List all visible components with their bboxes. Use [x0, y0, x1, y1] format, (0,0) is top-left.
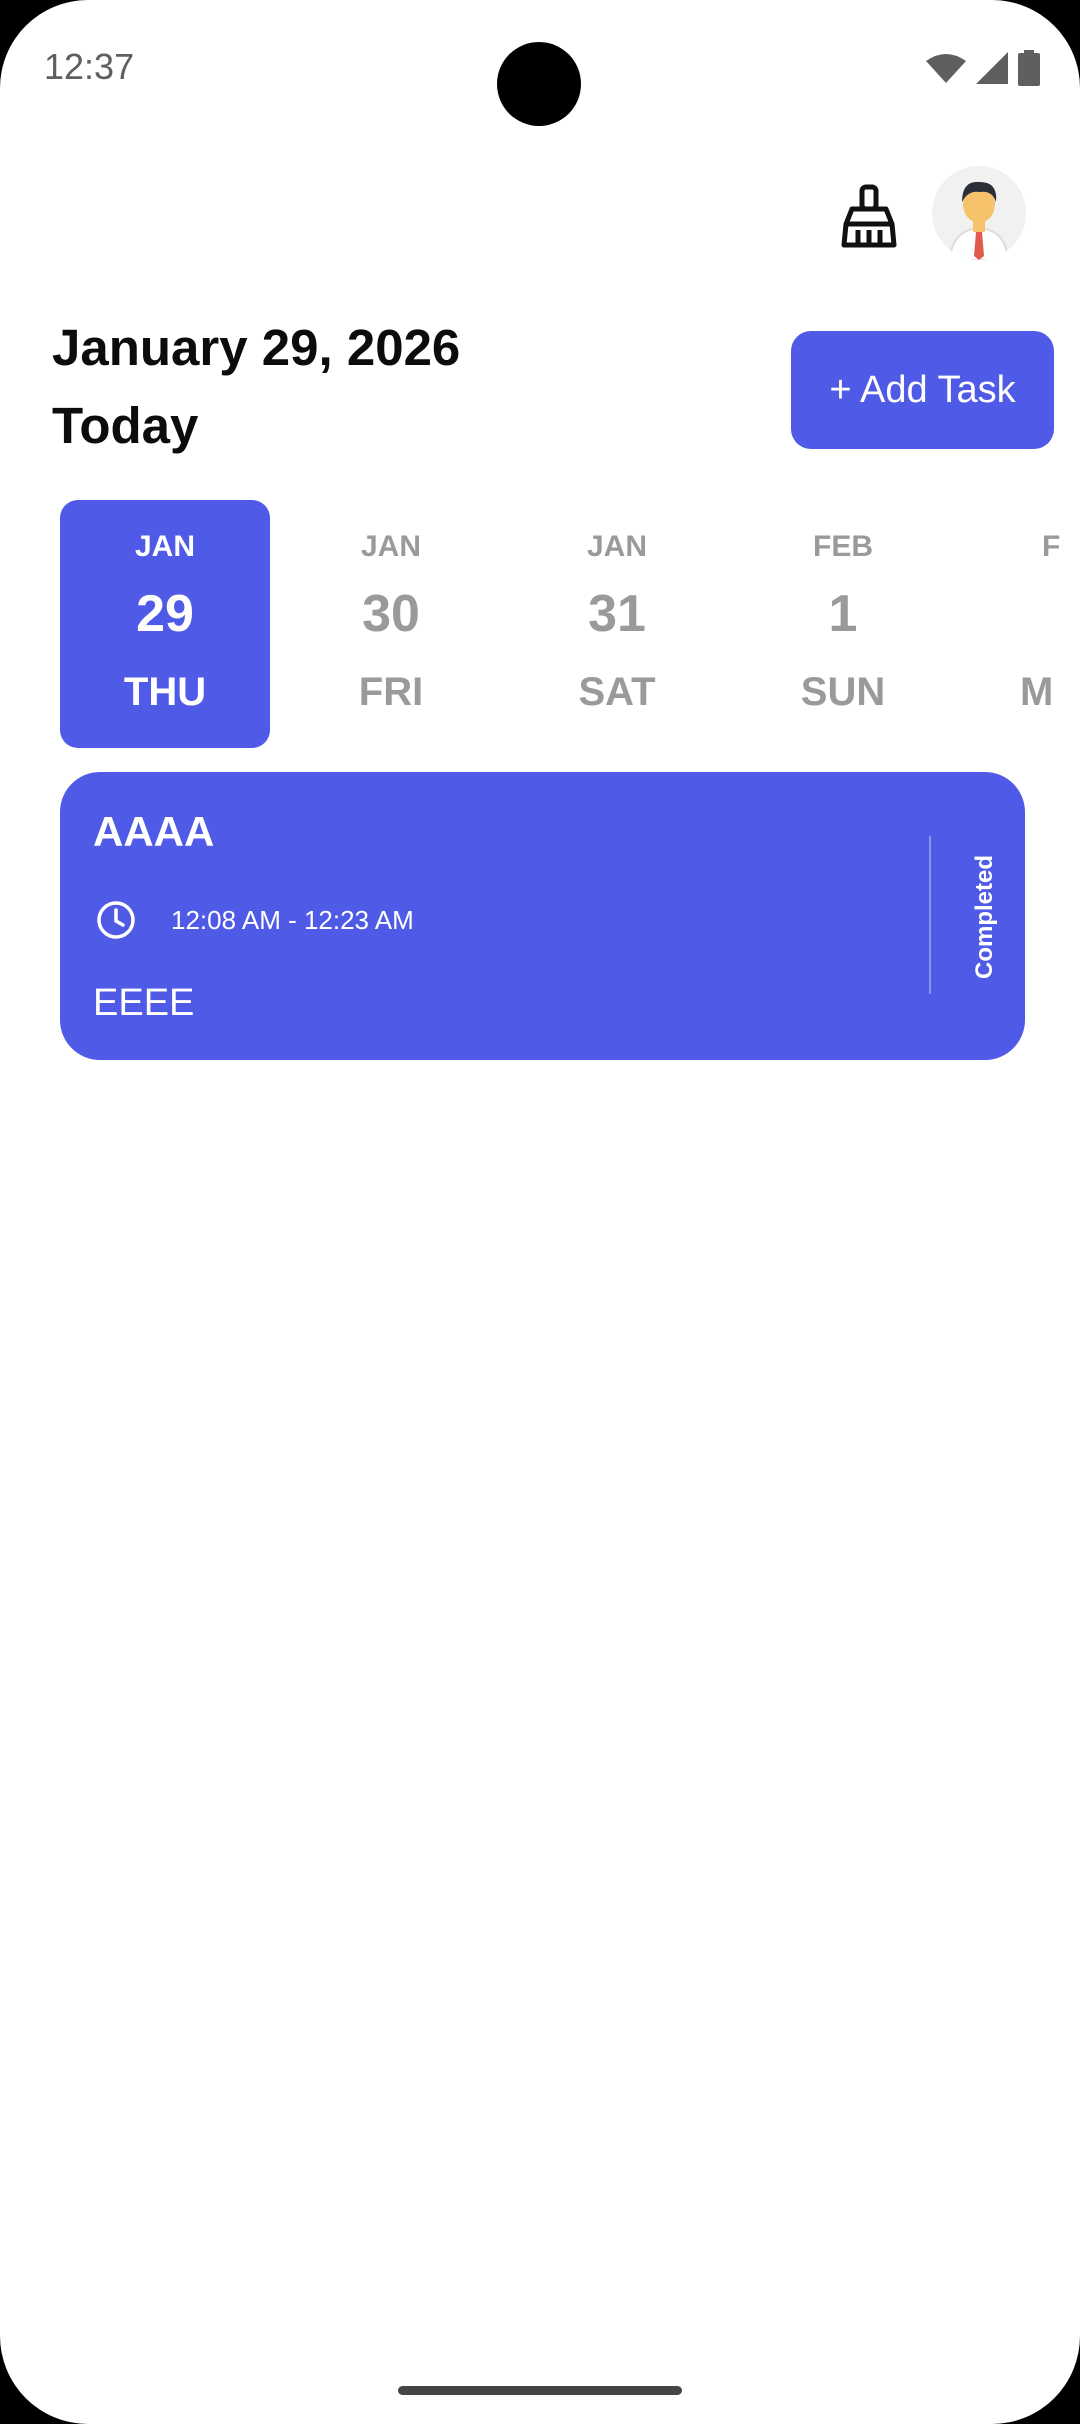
day-item-selected[interactable]: JAN 29 THU [60, 500, 270, 748]
status-icons [926, 50, 1040, 86]
day-month: JAN [586, 530, 647, 563]
camera-cutout [497, 42, 581, 126]
day-item[interactable]: JAN 31 SAT [512, 500, 722, 748]
day-number: 30 [362, 585, 420, 643]
day-weekday: M [1020, 670, 1054, 714]
task-note: EEEE [93, 982, 195, 1024]
task-divider [929, 836, 931, 994]
day-number: 29 [136, 585, 194, 643]
day-weekday: SAT [578, 670, 656, 714]
task-time: 12:08 AM - 12:23 AM [171, 905, 414, 935]
day-weekday: THU [123, 670, 207, 714]
battery-icon [1018, 50, 1040, 86]
signal-icon [976, 52, 1008, 84]
avatar[interactable] [932, 166, 1026, 260]
clock-icon [97, 901, 135, 939]
broom-icon[interactable] [840, 184, 898, 248]
task-card[interactable]: AAAA 12:08 AM - 12:23 AM EEEE Completed [60, 772, 1025, 1060]
day-item-partial[interactable]: F M [964, 500, 1080, 748]
day-item[interactable]: FEB 1 SUN [738, 500, 948, 748]
page-title: January 29, 2026 [52, 319, 461, 376]
page-subtitle: Today [52, 397, 199, 454]
moon-icon[interactable] [52, 184, 100, 244]
day-weekday: FRI [358, 670, 424, 714]
day-month: FEB [813, 530, 873, 563]
day-month: JAN [360, 530, 421, 563]
day-month: F [1042, 530, 1061, 563]
task-title: AAAA [93, 808, 215, 855]
wifi-icon [926, 54, 966, 83]
status-bar: 12:37 [0, 0, 1080, 140]
task-status-badge: Completed [960, 852, 1010, 982]
add-task-button[interactable]: + Add Task [791, 331, 1054, 449]
day-item[interactable]: JAN 30 FRI [286, 500, 496, 748]
day-number: 1 [828, 585, 858, 643]
day-number: 31 [588, 585, 646, 643]
status-time: 12:37 [44, 46, 135, 87]
date-strip[interactable]: JAN 29 THU JAN 30 FRI JAN 31 SAT FEB 1 S… [0, 500, 1080, 748]
day-weekday: SUN [800, 670, 886, 714]
home-indicator[interactable] [398, 2386, 682, 2395]
task-status: Completed [971, 854, 998, 980]
day-month: JAN [134, 530, 195, 563]
app-screen: 12:37 January 29, 2026 Today + Add Task … [0, 0, 1080, 2424]
avatar-icon [933, 167, 1025, 260]
